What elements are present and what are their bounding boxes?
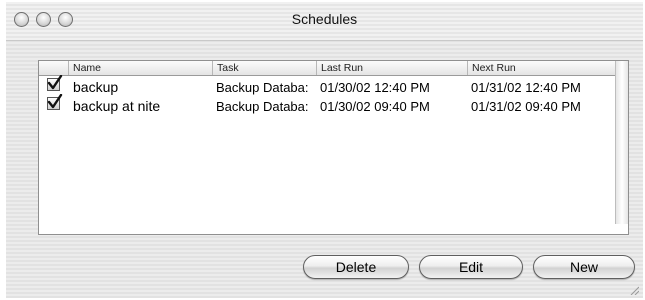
vertical-scrollbar[interactable] <box>615 61 628 224</box>
schedule-task: Backup Databa: <box>216 80 309 95</box>
schedule-last-run: 01/30/02 12:40 PM <box>320 80 430 95</box>
schedules-table: Name Task Last Run Next Run backup Backu… <box>38 60 629 235</box>
column-header-next-run[interactable]: Next Run <box>467 61 618 75</box>
column-header-task[interactable]: Task <box>212 61 316 75</box>
schedule-next-run: 01/31/02 12:40 PM <box>471 80 581 95</box>
table-row[interactable]: backup Backup Databa: 01/30/02 12:40 PM … <box>39 75 614 96</box>
table-row[interactable]: backup at nite Backup Databa: 01/30/02 0… <box>39 94 614 115</box>
new-button[interactable]: New <box>533 255 635 279</box>
enabled-checkbox[interactable] <box>47 94 63 110</box>
schedule-name: backup <box>73 79 119 95</box>
window-title: Schedules <box>291 11 358 27</box>
title-bar[interactable]: Schedules <box>6 2 643 41</box>
schedule-last-run: 01/30/02 09:40 PM <box>320 99 430 114</box>
schedules-window: Schedules Name Task Last Run Next Run ba… <box>6 2 643 298</box>
column-header-enabled[interactable] <box>39 61 68 75</box>
checkbox-checked-icon <box>47 94 63 109</box>
delete-button[interactable]: Delete <box>303 255 409 279</box>
schedule-task: Backup Databa: <box>216 99 309 114</box>
resize-grip-icon[interactable] <box>629 285 639 295</box>
checkbox-checked-icon <box>47 75 63 90</box>
table-header: Name Task Last Run Next Run <box>39 61 616 76</box>
schedule-next-run: 01/31/02 09:40 PM <box>471 99 581 114</box>
schedule-name: backup at nite <box>73 98 161 114</box>
column-header-name[interactable]: Name <box>68 61 212 75</box>
column-header-last-run[interactable]: Last Run <box>316 61 467 75</box>
enabled-checkbox[interactable] <box>47 75 63 91</box>
edit-button[interactable]: Edit <box>419 255 523 279</box>
